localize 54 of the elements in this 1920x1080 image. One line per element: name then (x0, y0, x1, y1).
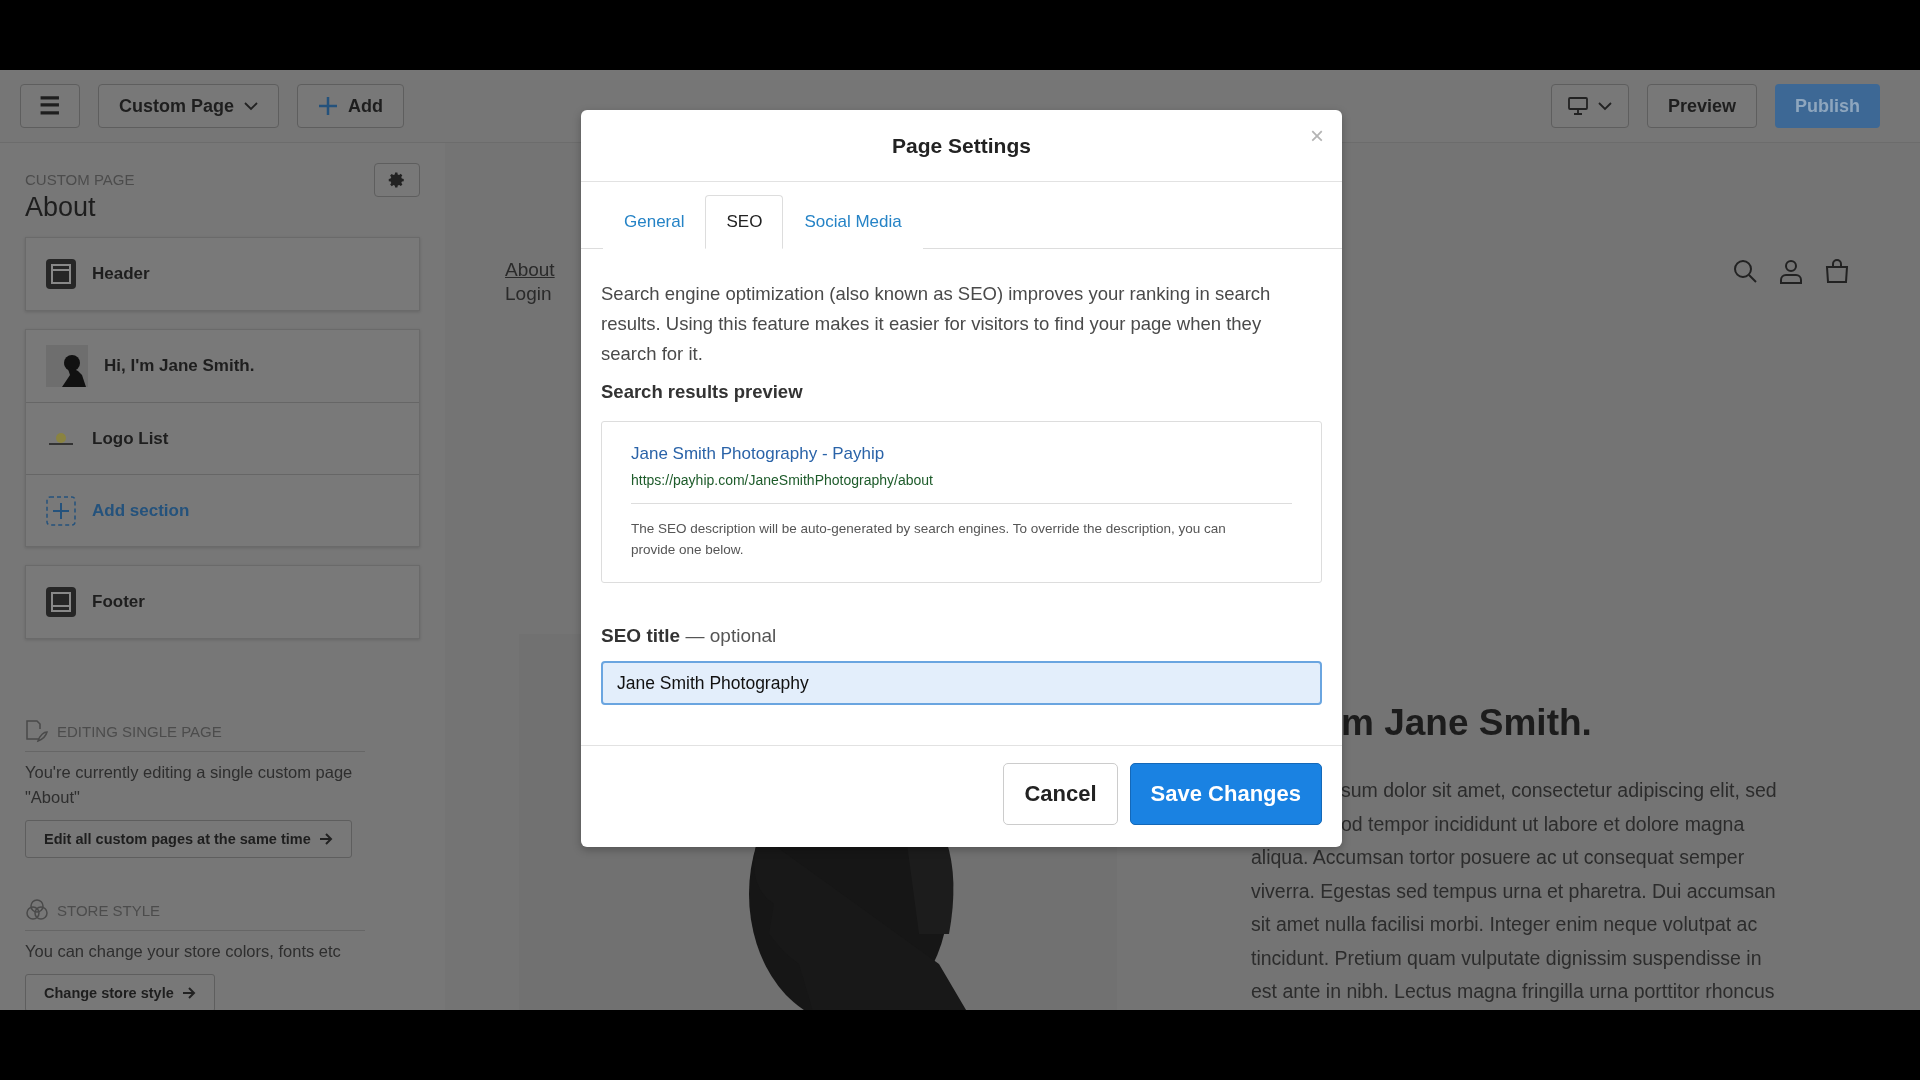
search-icon (1732, 258, 1758, 284)
layout-footer-icon (46, 587, 76, 617)
page-title: About (25, 192, 97, 223)
dialog-title: Page Settings (892, 133, 1031, 158)
preview-button[interactable]: Preview (1646, 84, 1757, 128)
chevron-down-icon (244, 101, 259, 111)
section-item[interactable]: Header (92, 264, 150, 284)
layout-header-icon (46, 259, 76, 289)
shopping-bag-icon (1824, 258, 1850, 284)
add-button[interactable]: Add (297, 84, 405, 128)
save-changes-button[interactable]: Save Changes (1129, 762, 1322, 825)
preview-url: https://payhip.com/JaneSmithPhotography/about (631, 472, 1292, 504)
publish-button[interactable]: Publish (1775, 84, 1880, 128)
body-text-line: viverra. Egestas sed tempus urna et pharetra. Dui accumsan (1251, 878, 1777, 904)
body-text-line: sit amet nulla facilisi morbi. Integer enim neque volutpat ac (1251, 912, 1759, 937)
preview-note: The SEO description will be auto-generated by search engines. To override the description, you can provide one below. (631, 520, 1227, 559)
plus-icon (318, 96, 339, 116)
section-item[interactable]: Footer (92, 592, 145, 612)
device-toggle[interactable] (1550, 84, 1629, 128)
section-heading: Search results preview (601, 381, 804, 403)
settings-icon (388, 171, 406, 189)
add-section-icon (46, 495, 76, 526)
body-text-line: est ante in nibh. Lectus magna fringilla urna porttitor rhoncus (1251, 979, 1776, 1004)
arrow-right-icon (318, 833, 333, 845)
tab[interactable]: SEO (705, 195, 784, 249)
seo-description: Search engine optimization (also known as SEO) improves your ranking in search results. Using this feature makes it easier for visitors to find your page when they search for it. (601, 282, 1272, 366)
info-button[interactable]: Edit all custom pages at the same time (25, 820, 352, 858)
hero-heading: m Jane Smith. (1341, 702, 1593, 744)
body-text-line: sum dolor sit amet, consectetur adipiscing elit, sed (1341, 778, 1778, 803)
cancel-button[interactable]: Cancel (1003, 762, 1118, 825)
page-edit-icon (25, 719, 49, 743)
menu-button[interactable]: ☰ (20, 84, 80, 128)
info-text: You can change your store colors, fonts etc (25, 941, 342, 962)
section-item[interactable]: Logo List (92, 428, 169, 449)
settings-button[interactable] (374, 163, 420, 197)
nav-link[interactable]: About (505, 258, 555, 282)
nav-link[interactable]: Login (505, 282, 552, 306)
arrow-right-icon (181, 987, 196, 999)
body-text-line: tincidunt. Pretium quam vulputate dignissim suspendisse in (1251, 945, 1763, 971)
info-text: You're currently editing a single custom page "About" (25, 762, 354, 808)
user-icon (1778, 258, 1804, 284)
body-text-line: aliqua. Accumsan tortor posuere ac ut consequat semper (1251, 845, 1746, 870)
preview-title-link[interactable]: Jane Smith Photography - Payhip (631, 444, 885, 464)
close-button[interactable]: × (1310, 124, 1324, 148)
color-circles-icon (25, 898, 49, 922)
seo-title-field[interactable]: Jane Smith Photography (601, 661, 1322, 705)
chevron-down-icon (1597, 101, 1612, 111)
info-button[interactable]: Change store style (25, 974, 215, 1010)
body-text-line: od tempor incididunt ut labore et dolore magna (1341, 811, 1746, 837)
desktop-icon (1567, 97, 1588, 115)
logo-icon (46, 430, 76, 447)
page-selector[interactable]: Custom Page (98, 84, 280, 128)
field-label: SEO title — optional (601, 625, 778, 647)
section-item[interactable]: Hi, I'm Jane Smith. (104, 356, 255, 376)
